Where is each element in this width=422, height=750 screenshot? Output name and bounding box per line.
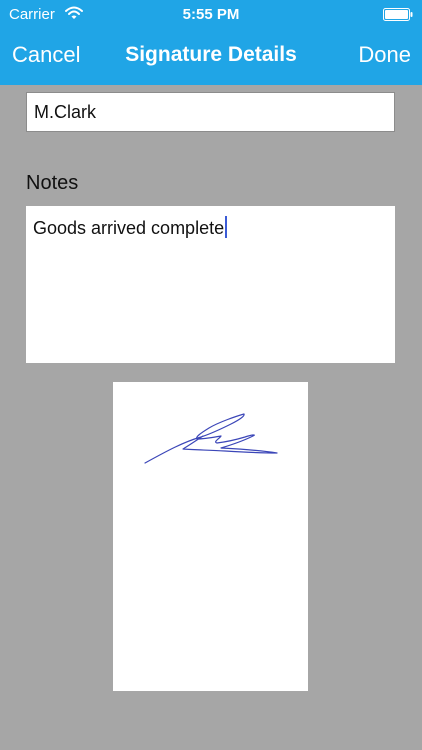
battery-icon bbox=[383, 8, 413, 21]
status-bar: Carrier 5:55 PM bbox=[0, 0, 422, 30]
signature-pad[interactable] bbox=[113, 382, 308, 691]
cancel-button[interactable]: Cancel bbox=[12, 42, 80, 68]
top-bar: Carrier 5:55 PM Cancel Signature Details… bbox=[0, 0, 422, 85]
name-field[interactable]: M.Clark bbox=[26, 92, 395, 132]
navigation-bar: Cancel Signature Details Done bbox=[0, 32, 422, 80]
notes-textarea[interactable]: Goods arrived complete bbox=[26, 206, 395, 363]
screen: Carrier 5:55 PM Cancel Signature Details… bbox=[0, 0, 422, 750]
signature-drawing bbox=[144, 413, 278, 464]
done-button[interactable]: Done bbox=[358, 42, 411, 68]
notes-text: Goods arrived complete bbox=[33, 218, 225, 238]
notes-label: Notes bbox=[26, 172, 79, 194]
status-time: 5:55 PM bbox=[182, 6, 240, 23]
text-caret bbox=[225, 216, 228, 238]
